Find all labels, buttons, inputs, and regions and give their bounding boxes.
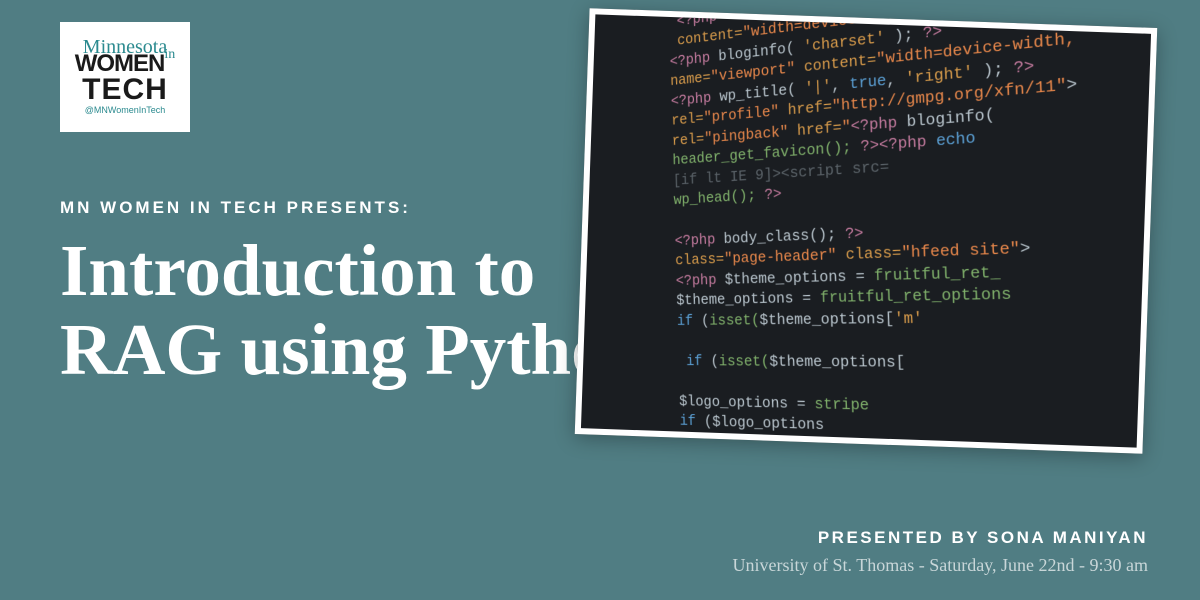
logo-text-in: in [164,47,175,63]
logo-text-tech: TECH [82,76,168,103]
code-snippet: $logo_options = stripslashes( ); <?php l… [582,8,1158,454]
logo-text-women: WOMEN [75,50,165,77]
organization-logo: Minnesota WOMEN in TECH @MNWomenInTech [60,22,190,132]
event-title: Introduction to RAG using Python [60,232,660,390]
logo-social-handle: @MNWomenInTech [85,105,166,115]
presenter-name: PRESENTED BY SONA MANIYAN [818,528,1148,548]
eyebrow-text: MN WOMEN IN TECH PRESENTS: [60,198,411,218]
event-details: University of St. Thomas - Saturday, Jun… [733,555,1148,576]
decorative-code-image: $logo_options = stripslashes( ); <?php l… [575,8,1158,454]
